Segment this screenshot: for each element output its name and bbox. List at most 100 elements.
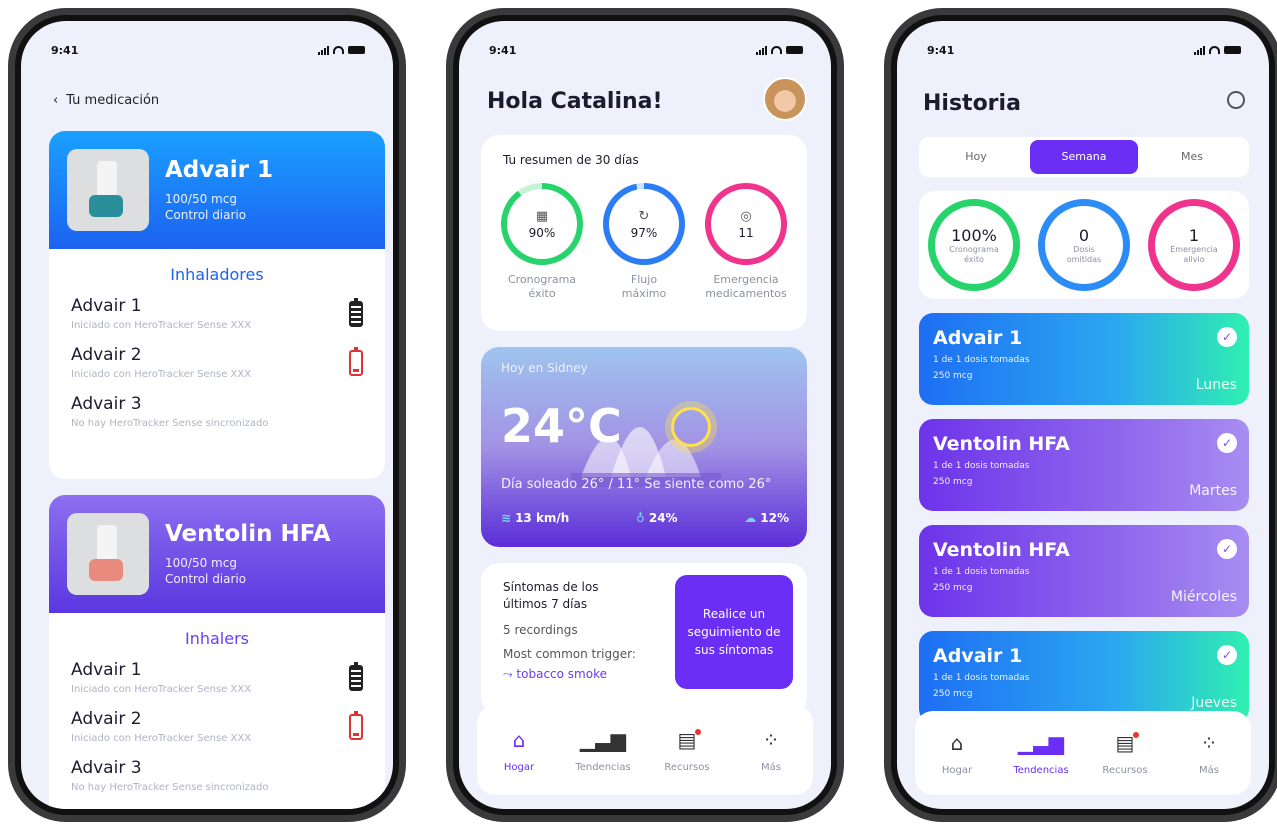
status-bar: 9:41 <box>51 41 365 59</box>
history-entry[interactable]: Advair 1 1 de 1 dosis tomadas 250 mcg ✓ … <box>919 313 1249 405</box>
check-icon: ✓ <box>1217 539 1237 559</box>
entry-name: Advair 1 <box>933 327 1023 349</box>
battery-full-icon <box>349 297 363 327</box>
phone-history: 9:41 Historia Hoy Semana Mes 100% Cronog… <box>884 8 1277 822</box>
entry-doses: 1 de 1 dosis tomadas <box>933 673 1030 683</box>
trends-icon: ▁▃▆ <box>1017 730 1065 755</box>
ring-label: Dosis omitidas <box>1066 244 1102 264</box>
inhaler-desc: Iniciado con HeroTracker Sense XXX <box>71 684 252 695</box>
medication-schedule: Control diario <box>165 208 247 222</box>
ring-value: 100% <box>951 225 997 245</box>
battery-full-icon <box>349 661 363 691</box>
inhaler-row[interactable]: Advair 1 Iniciado con HeroTracker Sense … <box>49 654 385 703</box>
medication-card-header: Advair 1 100/50 mcg Control diario <box>49 131 385 249</box>
home-icon: ⌂ <box>512 727 526 752</box>
entry-day: Martes <box>1189 483 1237 499</box>
nav-item-resources[interactable]: ▤ Recursos <box>651 728 723 773</box>
medication-screen: 9:41 ‹ Tu medicación Advair 1 100/50 mcg <box>21 21 393 809</box>
period-selector: Hoy Semana Mes <box>919 137 1249 177</box>
ring-item[interactable]: ◎ 11 Emergencia medicamentos <box>696 183 796 301</box>
inhaler-row[interactable]: Advair 1 Iniciado con HeroTracker Sense … <box>49 290 385 339</box>
entry-day: Jueves <box>1191 695 1237 711</box>
status-bar: 9:41 <box>927 41 1241 59</box>
wind-stat: ≋ 13 km/h <box>501 511 570 525</box>
inhaler-row[interactable]: Advair 3 No hay HeroTracker Sense sincro… <box>49 388 385 437</box>
status-bar: 9:41 <box>489 41 803 59</box>
nav-item-resources[interactable]: ▤ Recursos <box>1089 731 1161 776</box>
entry-name: Advair 1 <box>933 645 1023 667</box>
inhaler-desc: No hay HeroTracker Sense sincronizado <box>71 782 269 793</box>
more-icon: ⁘ <box>762 727 780 752</box>
inhaler-name: Advair 1 <box>71 296 142 316</box>
nav-item-trends[interactable]: ▁▃▆ Tendencias <box>1005 731 1077 776</box>
greeting: Hola Catalina! <box>487 89 663 114</box>
avatar[interactable] <box>763 77 807 121</box>
medication-card[interactable]: Advair 1 100/50 mcg Control diario Inhal… <box>49 131 385 479</box>
phone-home: 9:41 Hola Catalina! Tu resumen de 30 día… <box>446 8 844 822</box>
weather-card[interactable]: Hoy en Sidney 24°C Día soleado 26° / 11°… <box>481 347 807 547</box>
phone-medication: 9:41 ‹ Tu medicación Advair 1 100/50 mcg <box>8 8 406 822</box>
trigger-label: Most common trigger: <box>503 647 636 661</box>
nav-item-more[interactable]: ⁘ Más <box>1173 731 1245 776</box>
progress-ring: ▦ 90% <box>501 183 583 265</box>
nav-item-home[interactable]: ⌂ Hogar <box>921 731 993 776</box>
weather-stats: ≋ 13 km/h ♁ 24% ☁ 12% <box>501 511 789 525</box>
entry-doses: 1 de 1 dosis tomadas <box>933 355 1030 365</box>
track-symptoms-button[interactable]: Realice un seguimiento de sus síntomas <box>675 575 793 689</box>
segment-hoy[interactable]: Hoy <box>922 140 1030 174</box>
segment-mes[interactable]: Mes <box>1138 140 1246 174</box>
inhaler-row[interactable]: Advair 2 Iniciado con HeroTracker Sense … <box>49 339 385 388</box>
back-button[interactable]: ‹ Tu medicación <box>53 93 159 108</box>
entry-day: Miércoles <box>1170 589 1237 605</box>
weather-location: Hoy en Sidney <box>501 361 588 375</box>
camera-icon: ◎ <box>740 208 752 224</box>
nav-item-more[interactable]: ⁘ Más <box>735 728 807 773</box>
ring-label: Emergencia alivio <box>1170 244 1218 264</box>
symptoms-title: Síntomas de los últimos 7 días <box>503 580 599 611</box>
phone-bezel: 9:41 Hola Catalina! Tu resumen de 30 día… <box>453 15 837 815</box>
nav-item-home[interactable]: ⌂ Hogar <box>483 728 555 773</box>
progress-ring[interactable]: 1 Emergencia alivio <box>1148 199 1240 291</box>
ring-value: 11 <box>738 225 754 240</box>
trends-icon: ▁▃▆ <box>579 727 627 752</box>
battery-low-icon <box>349 346 363 376</box>
inhaler-row[interactable]: Advair 2 Iniciado con HeroTracker Sense … <box>49 703 385 752</box>
ring-label: Emergencia medicamentos <box>705 273 787 300</box>
more-icon: ⁘ <box>1200 730 1218 755</box>
medication-schedule: Control diario <box>165 572 247 586</box>
signal-icon <box>756 45 767 55</box>
status-icons <box>318 45 365 55</box>
resources-icon: ▤ <box>651 728 723 756</box>
inhaler-row[interactable]: Advair 3 No hay HeroTracker Sense sincro… <box>49 752 385 801</box>
inhaler-desc: Iniciado con HeroTracker Sense XXX <box>71 733 252 744</box>
summary-title: Tu resumen de 30 días <box>503 153 639 167</box>
home-screen: 9:41 Hola Catalina! Tu resumen de 30 día… <box>459 21 831 809</box>
summary-card: Tu resumen de 30 días ▦ 90% Cronograma éx… <box>481 135 807 331</box>
signal-icon <box>1194 45 1205 55</box>
medication-card[interactable]: Ventolin HFA 100/50 mcg Control diario I… <box>49 495 385 809</box>
ring-value: 97% <box>630 225 658 240</box>
medication-card-header: Ventolin HFA 100/50 mcg Control diario <box>49 495 385 613</box>
smoke-icon: ⤳ <box>503 667 517 681</box>
segment-semana[interactable]: Semana <box>1030 140 1138 174</box>
search-icon[interactable] <box>1227 91 1245 109</box>
medication-dose: 100/50 mcg <box>165 556 237 570</box>
progress-ring[interactable]: 0 Dosis omitidas <box>1038 199 1130 291</box>
symptoms-card: Síntomas de los últimos 7 días 5 recordi… <box>481 563 807 715</box>
status-icons <box>1194 45 1241 55</box>
medication-dose: 100/50 mcg <box>165 192 237 206</box>
ring-value: 90% <box>528 225 556 240</box>
phone-bezel: 9:41 ‹ Tu medicación Advair 1 100/50 mcg <box>15 15 399 815</box>
calendar-icon: ▦ <box>535 208 549 224</box>
ring-item[interactable]: ↻ 97% Flujo máximo <box>594 183 694 301</box>
progress-ring[interactable]: 100% Cronograma éxito <box>928 199 1020 291</box>
entry-name: Ventolin HFA <box>933 433 1070 455</box>
history-entry[interactable]: Ventolin HFA 1 de 1 dosis tomadas 250 mc… <box>919 419 1249 511</box>
ring-item[interactable]: ▦ 90% Cronograma éxito <box>492 183 592 301</box>
inhaler-name: Advair 1 <box>71 660 142 680</box>
entry-dose: 250 mcg <box>933 371 973 381</box>
history-entry[interactable]: Advair 1 1 de 1 dosis tomadas 250 mcg ✓ … <box>919 631 1249 723</box>
inhaler-desc: No hay HeroTracker Sense sincronizado <box>71 418 269 429</box>
history-entry[interactable]: Ventolin HFA 1 de 1 dosis tomadas 250 mc… <box>919 525 1249 617</box>
nav-item-trends[interactable]: ▁▃▆ Tendencias <box>567 728 639 773</box>
